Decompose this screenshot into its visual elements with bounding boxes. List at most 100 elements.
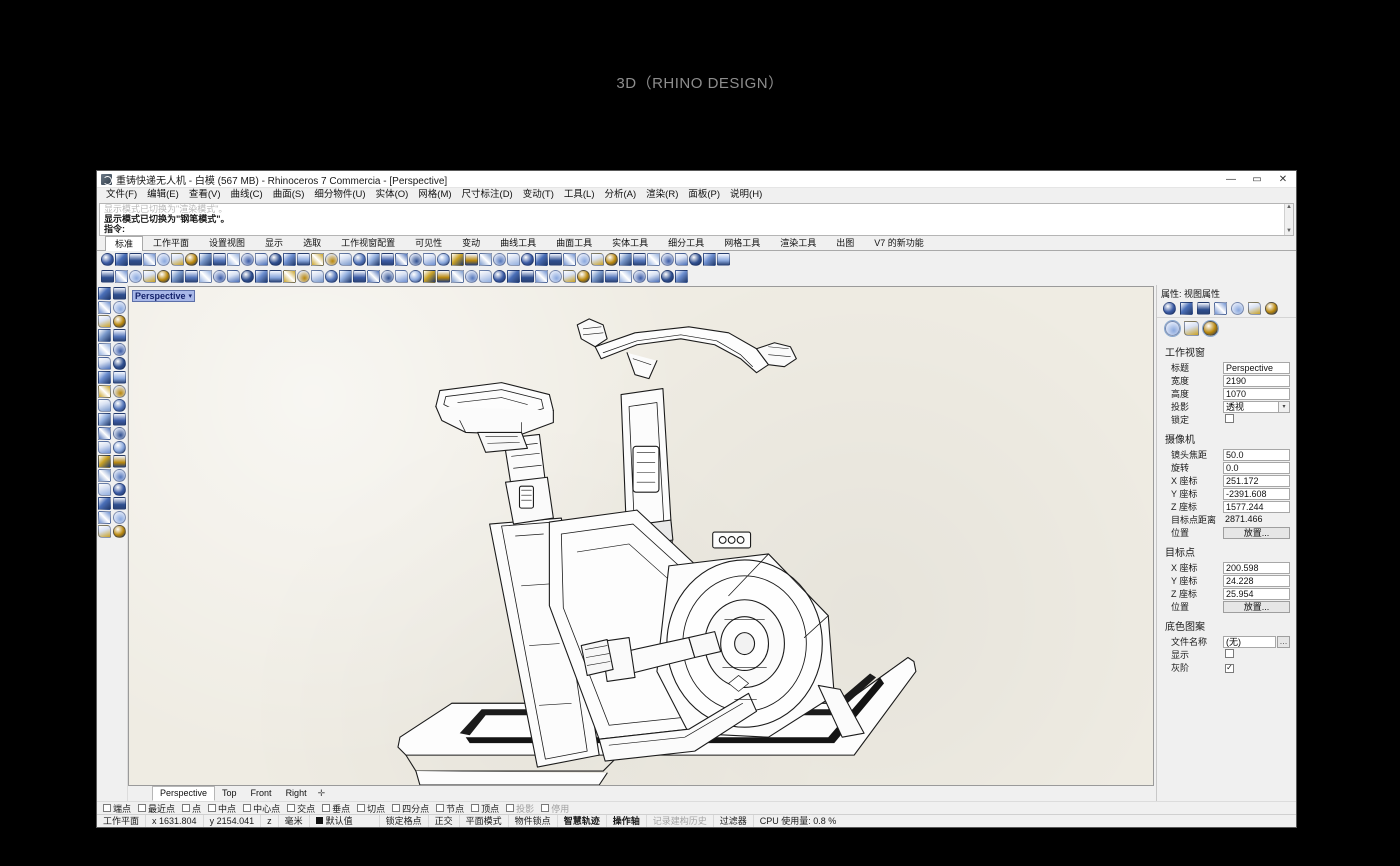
- menu-item-0[interactable]: 文件(F): [101, 188, 142, 202]
- teardrop-icon[interactable]: [143, 270, 156, 283]
- twist-icon[interactable]: [549, 270, 562, 283]
- point-object-icon[interactable]: [98, 427, 111, 440]
- redo-icon[interactable]: [227, 253, 240, 266]
- mesh-icon[interactable]: [549, 253, 562, 266]
- save-icon[interactable]: [129, 253, 142, 266]
- toolbar-tab-14[interactable]: 出图: [826, 235, 864, 250]
- display-mode-icon[interactable]: [113, 483, 126, 496]
- points-array-icon[interactable]: [113, 427, 126, 440]
- dim-icon[interactable]: [591, 253, 604, 266]
- rotate-icon[interactable]: [465, 270, 478, 283]
- new-file-icon[interactable]: [101, 253, 114, 266]
- osnap-7[interactable]: 切点: [357, 802, 385, 815]
- torus-icon[interactable]: [199, 270, 212, 283]
- paraboloid-icon[interactable]: [227, 270, 240, 283]
- layer-color-icon[interactable]: [339, 253, 352, 266]
- offset-icon[interactable]: [98, 413, 111, 426]
- zoom-dynamic-icon[interactable]: [311, 253, 324, 266]
- env-icon[interactable]: [703, 253, 716, 266]
- group-icon[interactable]: [423, 253, 436, 266]
- viewport-tab-0[interactable]: Perspective: [152, 786, 215, 801]
- toolbar-tab-13[interactable]: 渲染工具: [770, 235, 826, 250]
- blend-curve-icon[interactable]: [113, 441, 126, 454]
- menu-item-1[interactable]: 编辑(E): [142, 188, 184, 202]
- toolbar-tab-15[interactable]: V7 的新功能: [864, 235, 934, 250]
- delete-icon[interactable]: [171, 253, 184, 266]
- analysis-icon[interactable]: [113, 497, 126, 510]
- osnap-checkbox[interactable]: [103, 804, 111, 812]
- maximize-button[interactable]: ▭: [1244, 171, 1270, 188]
- properties-row-value[interactable]: 1577.244: [1223, 501, 1290, 513]
- chevron-down-icon[interactable]: ▾: [189, 292, 193, 300]
- properties-row-value[interactable]: 50.0: [1223, 449, 1290, 461]
- copy-icon[interactable]: [185, 253, 198, 266]
- menu-item-9[interactable]: 变动(T): [518, 188, 559, 202]
- status-toggle-7[interactable]: 过滤器: [714, 815, 754, 827]
- surface-edit-icon[interactable]: [98, 357, 111, 370]
- menu-item-4[interactable]: 曲面(S): [268, 188, 310, 202]
- pan-icon[interactable]: [241, 253, 254, 266]
- revolve-icon[interactable]: [255, 270, 268, 283]
- smooth-icon[interactable]: [577, 270, 590, 283]
- chevron-down-icon[interactable]: ▾: [1278, 401, 1290, 413]
- toolbar-tab-12[interactable]: 网格工具: [714, 235, 770, 250]
- fillet-curve-icon[interactable]: [98, 441, 111, 454]
- place-button[interactable]: 放置...: [1223, 527, 1290, 539]
- dim-tool-icon[interactable]: [113, 455, 126, 468]
- properties-row-value[interactable]: 251.172: [1223, 475, 1290, 487]
- mirror-icon[interactable]: [451, 270, 464, 283]
- zoom-icon[interactable]: [255, 253, 268, 266]
- osnap-checkbox[interactable]: [436, 804, 444, 812]
- shell-icon[interactable]: [367, 270, 380, 283]
- surface-from-curves-icon[interactable]: [113, 357, 126, 370]
- osnap-checkbox[interactable]: [392, 804, 400, 812]
- properties-row-value[interactable]: 200.598: [1223, 562, 1290, 574]
- layer-properties-icon[interactable]: [1180, 302, 1193, 315]
- cylinder-icon[interactable]: [171, 270, 184, 283]
- folder-icon[interactable]: [1231, 302, 1244, 315]
- scroll-down-icon[interactable]: ▼: [1286, 228, 1292, 235]
- wireframe-icon[interactable]: [493, 253, 506, 266]
- status-toggle-0[interactable]: 锁定格点: [380, 815, 429, 827]
- flow-icon[interactable]: [563, 270, 576, 283]
- osnap-checkbox[interactable]: [287, 804, 295, 812]
- more-icon[interactable]: [1265, 302, 1278, 315]
- toolbar-tab-7[interactable]: 变动: [452, 235, 490, 250]
- browse-button[interactable]: …: [1277, 636, 1290, 648]
- cut-icon[interactable]: [157, 253, 170, 266]
- osnap-2[interactable]: 点: [182, 802, 201, 815]
- taper-icon[interactable]: [535, 270, 548, 283]
- offset-srf-icon[interactable]: [423, 270, 436, 283]
- command-prompt[interactable]: 指令:: [100, 224, 1293, 234]
- viewport-tab-2[interactable]: Front: [244, 787, 279, 800]
- properties-icon[interactable]: [367, 253, 380, 266]
- shade-icon[interactable]: [479, 253, 492, 266]
- toolbar-tab-4[interactable]: 选取: [293, 235, 331, 250]
- menu-item-14[interactable]: 说明(H): [725, 188, 767, 202]
- command-area[interactable]: 显示模式已切换为"渲染模式"。 显示模式已切换为"钢笔模式"。 指令: ▲ ▼: [99, 203, 1294, 236]
- layer-icon[interactable]: [353, 253, 366, 266]
- menu-item-8[interactable]: 尺寸标注(D): [457, 188, 518, 202]
- open-folder-icon[interactable]: [115, 253, 128, 266]
- history-icon[interactable]: [98, 525, 111, 538]
- frame-icon[interactable]: [1203, 321, 1218, 336]
- properties-checkbox[interactable]: [1225, 414, 1234, 423]
- osnap-10[interactable]: 顶点: [471, 802, 499, 815]
- properties-row-value[interactable]: 2190: [1223, 375, 1290, 387]
- toolbar-tab-8[interactable]: 曲线工具: [490, 235, 546, 250]
- viewport-label[interactable]: Perspective ▾: [132, 290, 195, 302]
- osnap-checkbox[interactable]: [138, 804, 146, 812]
- osnap-11[interactable]: 投影: [506, 802, 534, 815]
- toolbar-tab-6[interactable]: 可见性: [405, 235, 452, 250]
- join-icon[interactable]: [619, 270, 632, 283]
- text-tool-icon[interactable]: [98, 455, 111, 468]
- link-icon[interactable]: [1184, 321, 1199, 336]
- zoom-extents-icon[interactable]: [283, 253, 296, 266]
- zoom-window-icon[interactable]: [269, 253, 282, 266]
- toolbar-tab-0[interactable]: 标准: [105, 236, 143, 251]
- select-arrow-icon[interactable]: [98, 287, 111, 300]
- transform-icon[interactable]: [98, 469, 111, 482]
- help-icon[interactable]: [717, 253, 730, 266]
- menu-item-13[interactable]: 面板(P): [683, 188, 725, 202]
- osnap-12[interactable]: 停用: [541, 802, 569, 815]
